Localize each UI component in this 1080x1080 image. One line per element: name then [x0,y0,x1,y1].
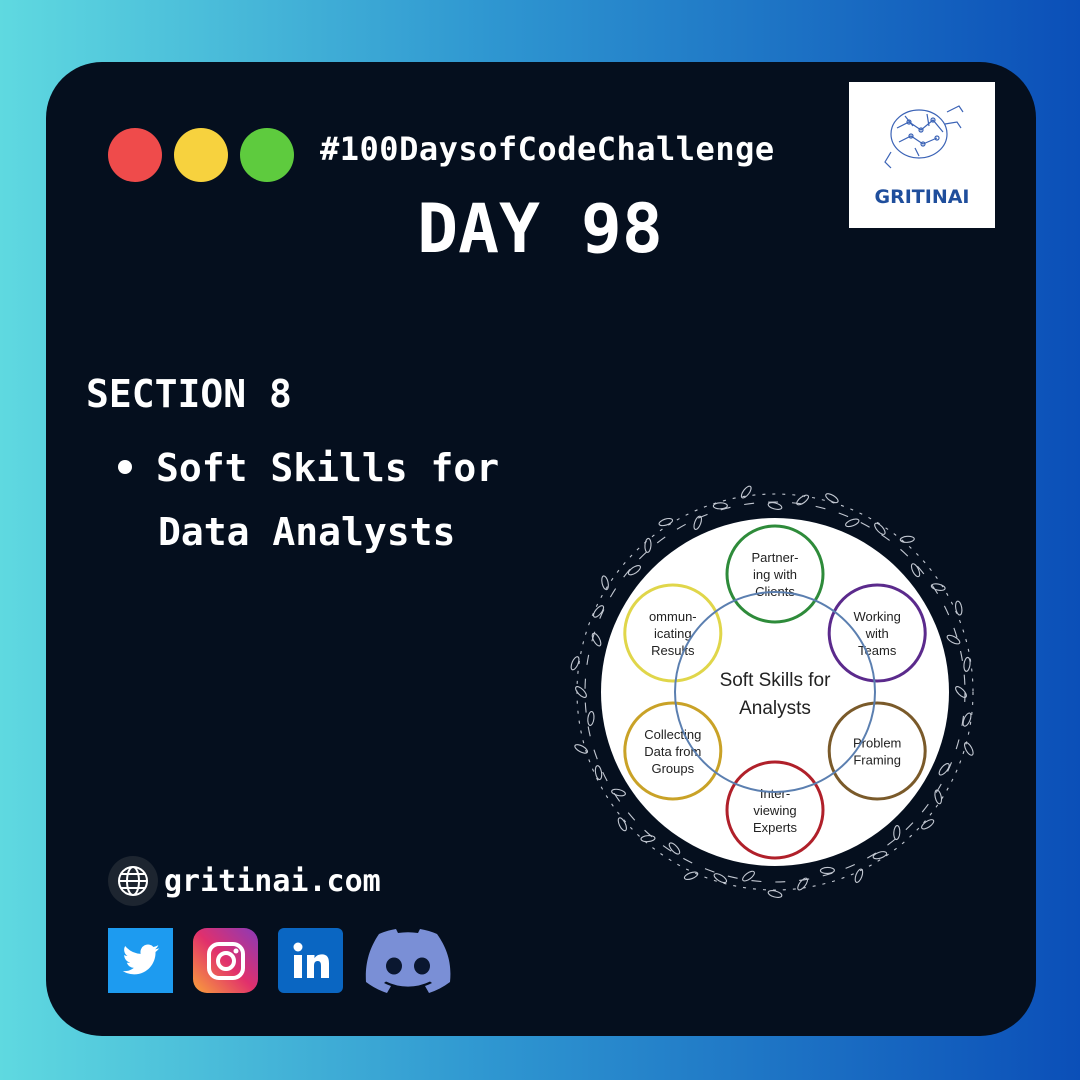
leaf-shape [683,871,699,881]
skill-node-label: Experts [753,820,798,835]
leaf-shape [693,515,703,531]
leaf-shape [627,565,642,576]
center-label-1: Soft Skills for [720,670,832,691]
leaf-shape [713,873,728,884]
skill-node-label: Partner- [752,550,799,565]
globe-icon [108,856,158,906]
leaf-shape [963,656,971,672]
social-icons [108,928,453,993]
leaf-shape [712,502,728,510]
leaf-shape [668,842,681,855]
leaf-shape [601,575,609,591]
yellow-dot [174,128,228,182]
logo-brand-text: GRITINAI [874,186,970,208]
leaf-shape [797,877,808,891]
leaf-shape [574,744,589,754]
center-label-2: Analysts [739,698,811,719]
skill-node-label: Working [853,609,900,624]
red-dot [108,128,162,182]
leaf-shape [964,742,974,756]
discord-icon[interactable] [363,928,453,993]
leaf-shape [611,788,626,797]
leaf-shape [910,563,921,578]
leaf-shape [594,765,603,781]
skill-node-label: ing with [753,567,797,582]
instagram-icon[interactable] [193,928,258,993]
brain-robot-icon [884,105,964,169]
leaf-shape [587,710,595,726]
window-dots [108,128,294,182]
leaf-shape [946,634,961,645]
leaf-shape [575,686,587,698]
leaf-shape [955,600,963,616]
bullet-line-1: Soft Skills for [156,446,500,490]
website-link[interactable]: gritinai.com [108,856,381,906]
leaf-shape [644,537,652,553]
soft-skills-diagram: Partner-ing withClientsWorkingwithTeamsP… [570,485,974,898]
skill-node-label: viewing [753,803,796,818]
leaf-shape [796,494,810,506]
skill-node-label: Framing [853,753,901,768]
leaf-shape [921,819,935,830]
leaf-shape [740,485,752,499]
skill-node-label: icating [654,626,692,641]
hashtag-title: #100DaysofCodeChallenge [320,130,775,168]
leaf-shape [767,890,783,898]
skill-node-label: Groups [651,761,694,776]
leaf-shape [658,517,674,527]
leaf-shape [854,868,864,883]
leaf-shape [640,835,656,843]
linkedin-icon[interactable] [278,928,343,993]
leaf-shape [934,789,943,805]
bullet-dot [118,460,132,474]
leaf-shape [893,825,901,841]
section-heading: SECTION 8 [86,372,292,416]
website-text: gritinai.com [164,863,381,899]
leaf-shape [819,866,835,875]
skill-node-label: with [865,626,889,641]
leaf-shape [872,851,888,860]
skill-node-label: Results [651,643,695,658]
leaf-shape [767,502,783,510]
skill-node-label: Inter- [760,786,790,801]
skill-node-label: Data from [644,744,701,759]
twitter-icon[interactable] [108,928,173,993]
leaf-shape [874,522,886,535]
skill-node-label: Collecting [644,727,701,742]
gritinai-logo: GRITINAI [849,82,995,228]
leaf-shape [617,817,627,832]
leaf-shape [845,518,860,528]
leaf-shape [899,535,915,543]
skill-node-label: ommun- [649,609,697,624]
bullet-line-2: Data Analysts [158,510,456,554]
leaf-shape [955,686,967,698]
green-dot [240,128,294,182]
